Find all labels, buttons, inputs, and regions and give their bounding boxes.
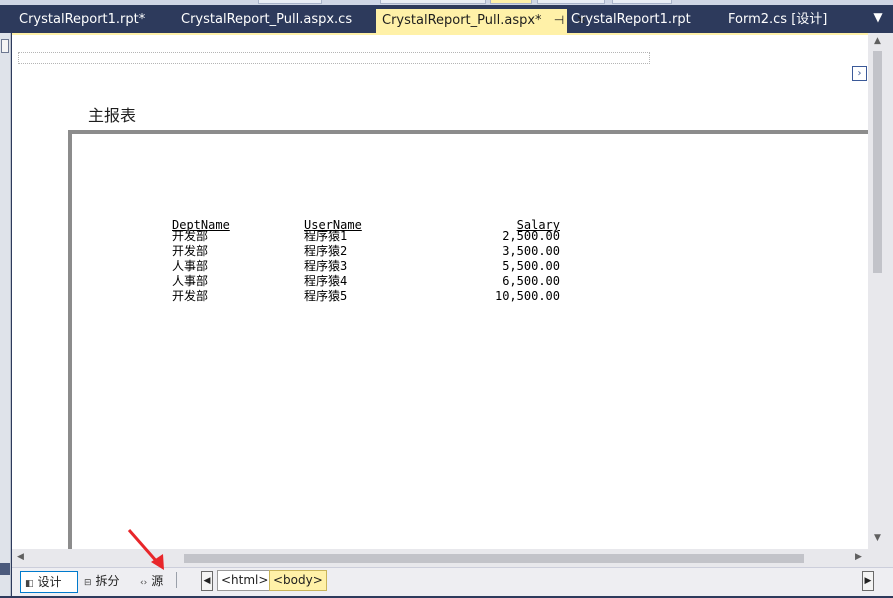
breadcrumb-prev-icon[interactable]: ◀ [201, 571, 213, 591]
source-view-label: 源 [151, 574, 164, 588]
cell-user: 程序猿3 [304, 259, 348, 273]
cell-salary: 2,500.00 [502, 229, 560, 243]
smart-tag-expand-icon[interactable]: › [852, 66, 867, 81]
design-view-label: 设计 [37, 575, 62, 589]
cell-dept: 开发部 [172, 244, 209, 258]
toolbar-combo[interactable] [537, 0, 605, 4]
cell-dept: 人事部 [172, 274, 209, 288]
tab-overflow-menu-icon[interactable]: ▼ [866, 10, 890, 30]
left-toolbox-strip [0, 33, 11, 598]
tab-crystalreport-pull-aspx-active[interactable]: CrystalReport_Pull.aspx* ⊣ ✕ [376, 9, 586, 33]
horizontal-scroll-thumb[interactable] [184, 554, 804, 563]
toolbox-tab[interactable] [1, 39, 9, 53]
cell-user: 程序猿1 [304, 229, 348, 243]
source-view-icon: ‹› [140, 578, 148, 588]
toolbar-combo[interactable] [258, 0, 322, 4]
cell-salary: 5,500.00 [502, 259, 560, 273]
tab-crystalreport1-rpt-modified[interactable]: CrystalReport1.rpt* [13, 9, 151, 33]
tab-label: CrystalReport1.rpt [571, 12, 691, 27]
design-view-button[interactable]: ◧ 设计 [20, 571, 78, 593]
toolbox-marker [0, 563, 10, 575]
cell-user: 程序猿5 [304, 289, 348, 303]
tab-label: CrystalReport1.rpt* [19, 12, 146, 27]
document-tab-bar: CrystalReport1.rpt* CrystalReport_Pull.a… [0, 5, 893, 33]
tab-crystalreport1-rpt[interactable]: CrystalReport1.rpt [565, 9, 697, 33]
cell-dept: 开发部 [172, 289, 209, 303]
scrollbar-corner [868, 549, 893, 567]
tab-label: CrystalReport_Pull.aspx.cs [181, 12, 353, 27]
tab-crystalreport-pull-aspx-cs[interactable]: CrystalReport_Pull.aspx.cs [175, 9, 358, 33]
split-view-label: 拆分 [95, 574, 120, 588]
cell-user: 程序猿2 [304, 244, 348, 258]
cell-user: 程序猿4 [304, 274, 348, 288]
cell-salary: 10,500.00 [494, 289, 560, 303]
scroll-down-icon[interactable]: ▼ [874, 533, 881, 543]
pin-icon[interactable]: ⊣ [554, 9, 564, 31]
tab-label: CrystalReport_Pull.aspx* [382, 13, 542, 28]
split-view-icon: ⊟ [84, 578, 92, 588]
breadcrumb-html-tag[interactable]: <html> [217, 570, 273, 591]
vertical-scrollbar[interactable]: ▲ ▼ [868, 33, 893, 549]
tab-label: Form2.cs [设计] [728, 12, 828, 27]
toolbar-combo[interactable] [490, 0, 532, 4]
design-view-icon: ◧ [25, 579, 34, 589]
annotation-arrow-icon [127, 529, 164, 570]
toolbar-combo[interactable] [380, 0, 486, 4]
tab-form2-cs-design[interactable]: Form2.cs [设计] [722, 9, 833, 33]
cell-dept: 开发部 [172, 229, 209, 243]
breadcrumb-body-tag[interactable]: <body> [269, 570, 327, 591]
dotted-placeholder-region [18, 52, 650, 64]
vertical-scroll-thumb[interactable] [873, 51, 882, 273]
scroll-up-icon[interactable]: ▲ [874, 36, 881, 46]
breadcrumb-next-icon[interactable]: ▶ [862, 571, 874, 591]
cell-dept: 人事部 [172, 259, 209, 273]
scroll-left-icon[interactable]: ◀ [17, 552, 24, 562]
cell-salary: 6,500.00 [502, 274, 560, 288]
cell-salary: 3,500.00 [502, 244, 560, 258]
scroll-right-icon[interactable]: ▶ [855, 552, 862, 562]
report-heading: 主报表 [88, 106, 137, 125]
crystal-report-viewer[interactable] [68, 130, 868, 550]
toolbar-combo[interactable] [612, 0, 672, 4]
